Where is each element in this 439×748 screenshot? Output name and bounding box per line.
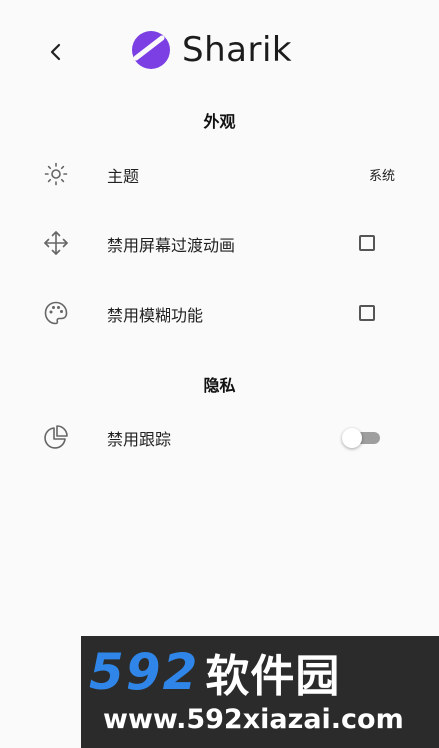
watermark-digits: 592 — [89, 643, 200, 701]
disable-tracking-row[interactable]: 禁用跟踪 — [0, 416, 439, 456]
move-arrows-icon — [43, 230, 69, 256]
theme-row[interactable]: 主题 系统 — [0, 153, 439, 193]
section-title-appearance: 外观 — [203, 112, 236, 131]
switch-thumb — [342, 428, 362, 448]
watermark-name: 软件园 — [205, 651, 341, 702]
watermark-url: www.592xiazai.com — [103, 704, 404, 735]
disable-transitions-checkbox[interactable] — [359, 235, 375, 251]
theme-label: 主题 — [107, 167, 140, 186]
disable-blur-label: 禁用模糊功能 — [107, 306, 204, 325]
sharik-logo-icon — [132, 31, 170, 69]
watermark-banner: 592 软件园 www.592xiazai.com — [81, 636, 439, 748]
palette-icon — [43, 300, 69, 326]
app-logo: Sharik — [130, 28, 292, 72]
section-title-privacy: 隐私 — [203, 376, 236, 395]
disable-blur-checkbox[interactable] — [359, 305, 375, 321]
disable-tracking-label: 禁用跟踪 — [107, 430, 172, 449]
disable-transitions-label: 禁用屏幕过渡动画 — [107, 236, 236, 255]
app-name: Sharik — [182, 30, 293, 70]
pie-chart-icon — [43, 424, 69, 450]
sun-icon — [43, 161, 69, 187]
theme-value[interactable]: 系统 — [369, 165, 395, 184]
disable-tracking-switch[interactable] — [342, 428, 382, 448]
chevron-left-icon — [50, 43, 61, 61]
watermark-logo: 592 软件园 — [89, 643, 340, 702]
back-button[interactable] — [36, 32, 76, 72]
settings-screen: Sharik 外观 主题 系统 禁用屏幕过渡动画 禁用模糊功能 隐私 禁用跟踪 … — [0, 0, 439, 748]
disable-blur-row[interactable]: 禁用模糊功能 — [0, 292, 439, 332]
disable-transitions-row[interactable]: 禁用屏幕过渡动画 — [0, 222, 439, 262]
